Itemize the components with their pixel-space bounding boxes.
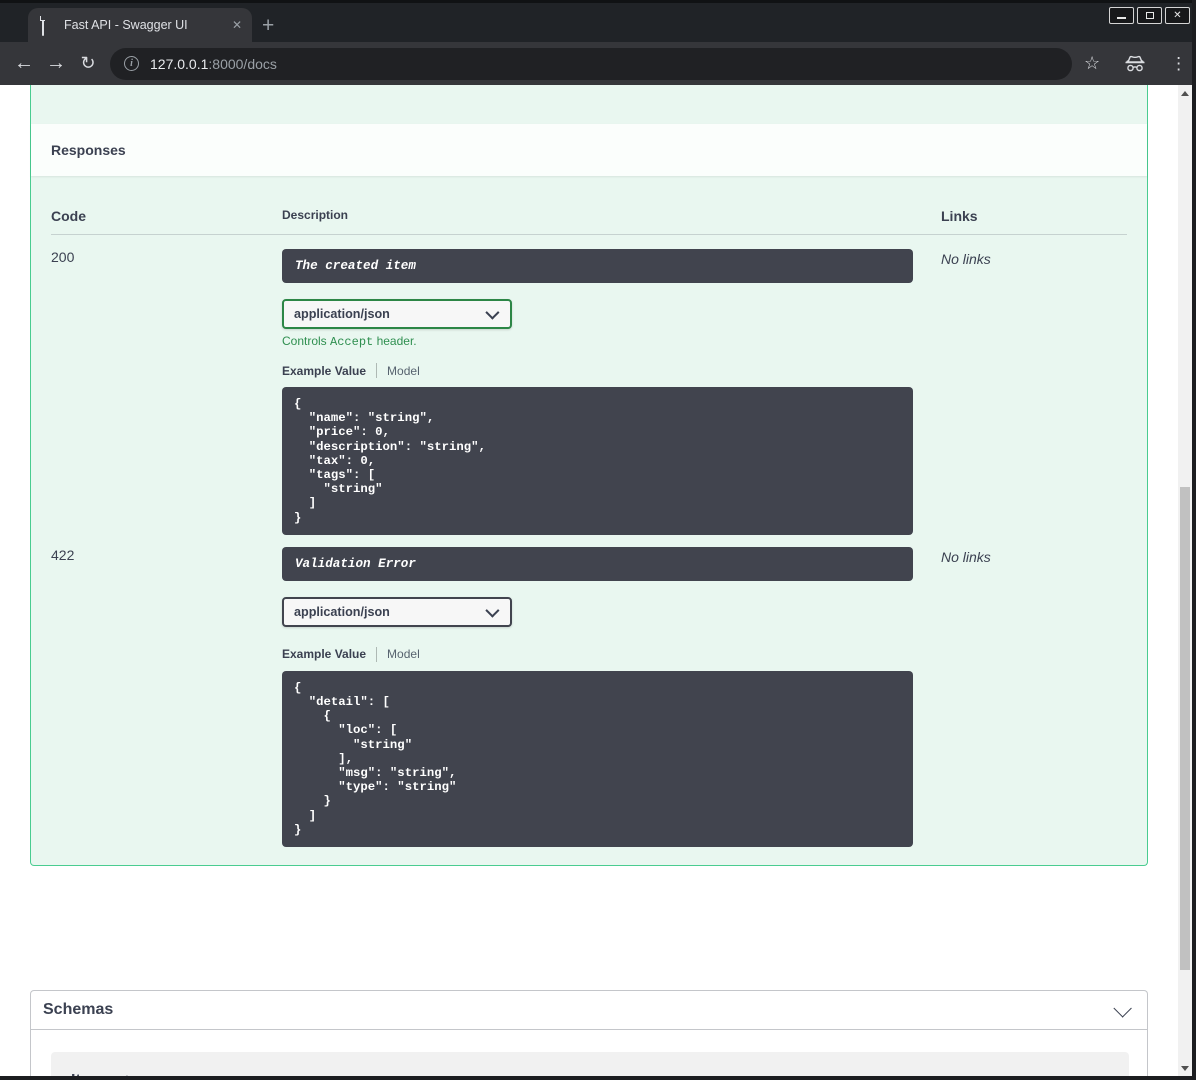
response-row-422: 422 Validation Error application/json Ex… [51,535,1127,848]
scroll-up-arrow[interactable] [1178,86,1192,100]
swagger-page: Responses Code Description Links 200 The… [0,85,1192,1080]
url-text: 127.0.0.1:8000/docs [150,55,277,72]
new-tab-button[interactable]: + [262,15,274,36]
post-endpoint-block: Responses Code Description Links 200 The… [30,85,1148,867]
tab-model[interactable]: Model [387,364,420,378]
window-frame-bottom [0,1076,1196,1080]
example-json-422: { "detail": [ { "loc": [ "string" ], "ms… [282,670,913,848]
response-description: The created item [282,249,913,283]
opblock-spacer [31,85,1147,124]
maximize-button[interactable] [1137,7,1162,24]
chevron-down-icon[interactable] [1113,998,1132,1018]
reload-button[interactable]: ↻ [72,53,104,74]
response-description: Validation Error [282,546,913,581]
scroll-down-arrow[interactable] [1178,1061,1192,1075]
tab-title: Fast API - Swagger UI [64,18,188,32]
forward-button[interactable]: → [40,52,72,75]
chevron-down-icon [485,305,500,320]
page-scrollbar[interactable] [1178,85,1192,1076]
response-row-200: 200 The created item application/json Co… [51,235,1127,535]
code-column-header: Code [51,208,86,224]
address-bar[interactable]: i 127.0.0.1:8000/docs [110,47,1072,80]
tab-strip: Fast API - Swagger UI ✕ + ✕ [0,0,1196,42]
window-frame-right [1192,0,1196,1080]
schemas-header[interactable]: Schemas [31,991,1147,1030]
response-description-cell: Validation Error application/json Exampl… [282,546,941,848]
browser-tab[interactable]: Fast API - Swagger UI ✕ [28,8,252,42]
incognito-icon [1124,55,1146,73]
browser-menu-icon[interactable]: ⋮ [1170,54,1187,74]
responses-table: Code Description Links 200 The created i… [31,176,1147,865]
description-column-header: Description [282,208,349,222]
page-favicon-icon [42,16,54,36]
responses-table-header: Code Description Links [51,196,1127,235]
response-links: No links [941,548,991,565]
close-icon: ✕ [1173,9,1182,21]
tab-example-value[interactable]: Example Value [282,364,366,378]
chevron-down-icon [485,603,500,618]
minimize-button[interactable] [1109,7,1134,24]
responses-title: Responses [51,142,126,158]
accept-header-note: Controls Accept header. [282,334,417,349]
tab-model[interactable]: Model [387,647,420,661]
close-window-button[interactable]: ✕ [1165,7,1190,24]
response-code: 200 [51,249,75,265]
tab-separator [376,363,378,378]
response-description-cell: The created item application/json Contro… [282,249,941,535]
schemas-title: Schemas [43,1001,114,1018]
tab-example-value[interactable]: Example Value [282,647,366,661]
scrollbar-thumb[interactable] [1180,487,1190,970]
example-json-200: { "name": "string", "price": 0, "descrip… [282,387,913,535]
browser-toolbar: ← → ↻ i 127.0.0.1:8000/docs ☆ ⋮ [0,42,1196,85]
back-button[interactable]: ← [8,52,40,75]
links-column-header: Links [941,208,978,224]
bookmark-star-icon[interactable]: ☆ [1084,53,1100,74]
window-controls: ✕ [1109,7,1190,24]
toolbar-right: ☆ ⋮ [1084,53,1187,74]
response-links: No links [941,251,991,267]
responses-section-header: Responses [31,124,1147,176]
tab-separator [376,646,378,662]
site-info-icon[interactable]: i [124,56,139,71]
media-type-select[interactable]: application/json [282,596,512,627]
example-model-tabs: Example Value Model [282,646,941,662]
tab-close-icon[interactable]: ✕ [232,18,242,32]
media-type-select[interactable]: application/json [282,299,512,329]
schemas-body: Item ValidationError [31,1030,1147,1080]
schemas-section: Schemas Item ValidationError [30,990,1148,1080]
example-model-tabs: Example Value Model [282,363,941,378]
response-code: 422 [51,546,75,563]
